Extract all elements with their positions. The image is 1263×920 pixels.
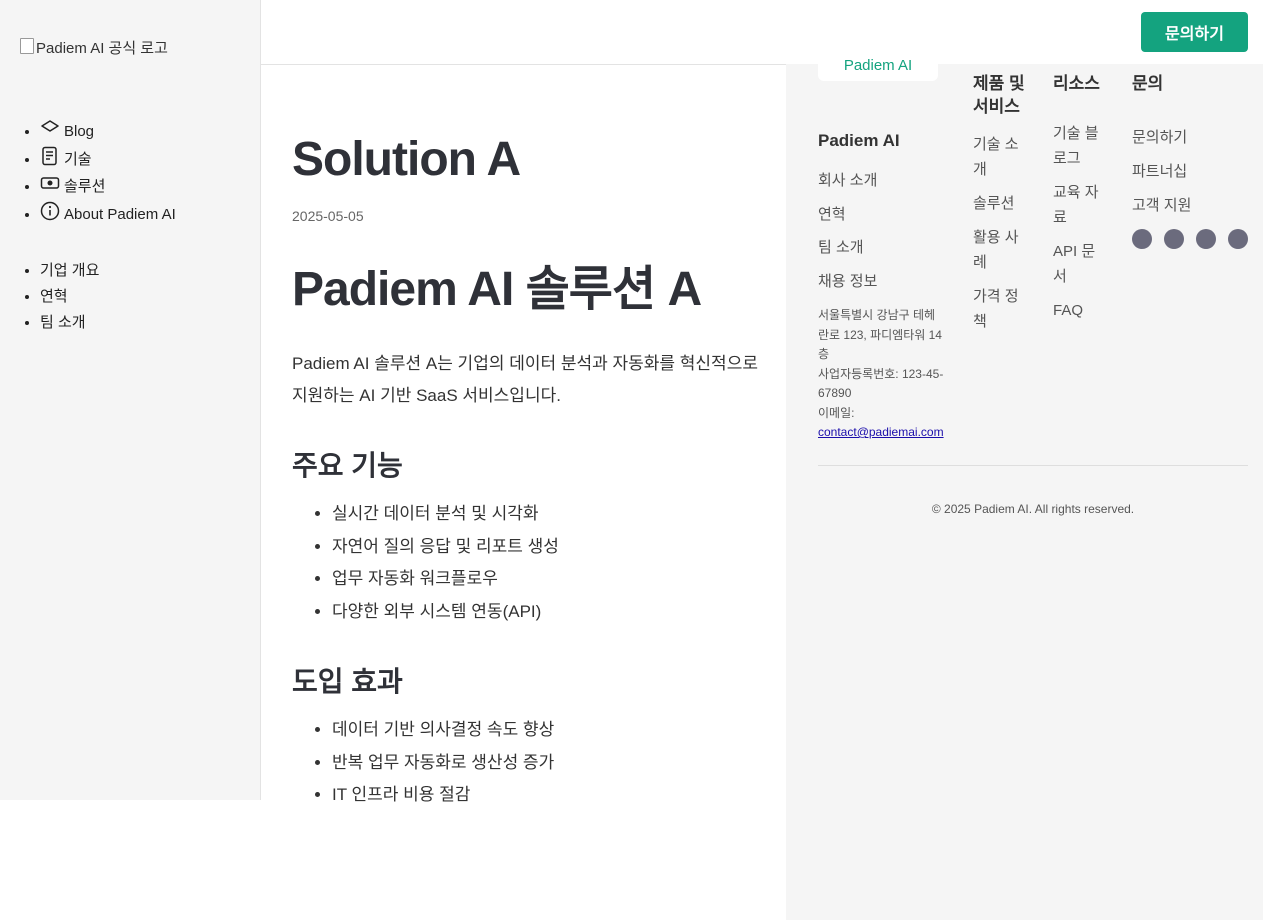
footer-email-link[interactable]: contact@padiemai.com (818, 425, 944, 439)
features-list: 실시간 데이터 분석 및 시각화 자연어 질의 응답 및 리포트 생성 업무 자… (292, 498, 772, 628)
article-intro: Padiem AI 솔루션 A는 기업의 데이터 분석과 자동화를 혁신적으로 … (292, 354, 758, 405)
footer-link[interactable]: 고객 지원 (1132, 189, 1252, 223)
footer-company-column: Padiem AI 회사 소개 연혁 팀 소개 채용 정보 서울특별시 강남구 … (818, 129, 946, 443)
nav-item-team[interactable]: 팀 소개 (40, 310, 99, 336)
footer-resources-column: 리소스 기술 블로그 교육 자료 API 문서 FAQ (1053, 72, 1108, 332)
site-logo[interactable]: Padiem AI 공식 로고 (20, 37, 168, 58)
footer-link[interactable]: 연혁 (818, 198, 946, 232)
effects-list: 데이터 기반 의사결정 속도 향상 반복 업무 자동화로 생산성 증가 IT 인… (292, 714, 772, 812)
contact-button[interactable]: 문의하기 (1141, 12, 1248, 52)
nav-item-label: 솔루션 (64, 178, 106, 195)
sidebar: Padiem AI 공식 로고 Blog 기술 솔루션 About Padiem… (0, 0, 261, 800)
footer-address: 서울특별시 강남구 테헤란로 123, 파디엠타워 14층 (818, 308, 942, 361)
list-item: 자연어 질의 응답 및 리포트 생성 (332, 531, 772, 564)
document-icon (42, 146, 57, 165)
list-item: 반복 업무 자동화로 생산성 증가 (332, 747, 772, 780)
social-icon[interactable] (1196, 229, 1216, 249)
list-item: 다양한 외부 시스템 연동(API) (332, 596, 772, 629)
copyright: © 2025 Padiem AI. All rights reserved. (931, 502, 1135, 516)
broken-image-icon (20, 37, 34, 54)
footer-resources-heading: 리소스 (1053, 74, 1100, 93)
nav-item-tech[interactable]: 기술 (40, 146, 176, 174)
footer: Padiem AI Padiem AI 회사 소개 연혁 팀 소개 채용 정보 … (786, 56, 1263, 920)
footer-contact-column: 문의 문의하기 파트너십 고객 지원 (1132, 72, 1252, 223)
list-item: 실시간 데이터 분석 및 시각화 (332, 498, 772, 531)
page-title: Solution A (292, 133, 521, 186)
list-item: 업무 자동화 워크플로우 (332, 563, 772, 596)
social-links (1132, 229, 1248, 249)
footer-link[interactable]: 회사 소개 (818, 164, 946, 198)
footer-link[interactable]: 기술 블로그 (1053, 121, 1108, 171)
footer-divider (818, 465, 1248, 466)
features-heading: 주요 기능 (292, 450, 403, 481)
nav-item-label: Blog (64, 123, 95, 140)
nav-item-label: 기술 (64, 150, 92, 168)
footer-email-label: 이메일: (818, 405, 855, 420)
nav-item-label: About Padiem AI (64, 205, 176, 223)
footer-link[interactable]: 채용 정보 (818, 265, 946, 299)
post-date: 2025-05-05 (292, 208, 364, 224)
footer-products-heading: 제품 및 서비스 (973, 74, 1025, 116)
list-item: 데이터 기반 의사결정 속도 향상 (332, 714, 772, 747)
footer-biz-number: 사업자등록번호: 123-45-67890 (818, 366, 944, 401)
effects-heading: 도입 효과 (292, 666, 403, 697)
footer-link[interactable]: 활용 사례 (973, 225, 1028, 275)
info-icon (40, 201, 60, 220)
nav-item-solution[interactable]: 솔루션 (40, 173, 176, 201)
list-item: IT 인프라 비용 절감 (332, 779, 772, 812)
footer-link[interactable]: 솔루션 (973, 191, 1028, 216)
footer-contact-heading: 문의 (1132, 74, 1164, 93)
footer-company-heading: Padiem AI (818, 131, 900, 150)
primary-nav: Blog 기술 솔루션 About Padiem AI (20, 118, 176, 228)
nav-item-blog[interactable]: Blog (40, 118, 176, 146)
secondary-nav: 기업 개요 연혁 팀 소개 (20, 258, 99, 336)
footer-link[interactable]: 팀 소개 (818, 231, 946, 265)
footer-link[interactable]: 문의하기 (1132, 121, 1252, 155)
social-icon[interactable] (1164, 229, 1184, 249)
box-icon (40, 177, 60, 189)
nav-item-history[interactable]: 연혁 (40, 284, 99, 310)
footer-products-column: 제품 및 서비스 기술 소개 솔루션 활용 사례 가격 정책 (973, 72, 1028, 343)
footer-brand[interactable]: Padiem AI (818, 56, 938, 81)
main-content: Solution A 2025-05-05 Padiem AI 솔루션 A Pa… (292, 118, 772, 812)
logo-alt-text: Padiem AI 공식 로고 (36, 40, 168, 57)
article-heading: Padiem AI 솔루션 A (292, 263, 702, 316)
nav-item-about[interactable]: About Padiem AI (40, 201, 176, 229)
footer-link[interactable]: API 문서 (1053, 239, 1108, 289)
footer-link[interactable]: 파트너십 (1132, 155, 1252, 189)
nav-item-company-overview[interactable]: 기업 개요 (40, 258, 99, 284)
footer-link[interactable]: FAQ (1053, 298, 1108, 323)
social-icon[interactable] (1132, 229, 1152, 249)
top-bar: 문의하기 (261, 0, 1263, 65)
footer-link[interactable]: 기술 소개 (973, 132, 1028, 182)
footer-link[interactable]: 교육 자료 (1053, 180, 1108, 230)
social-icon[interactable] (1228, 229, 1248, 249)
diamond-icon (41, 120, 59, 132)
footer-link[interactable]: 가격 정책 (973, 284, 1028, 334)
